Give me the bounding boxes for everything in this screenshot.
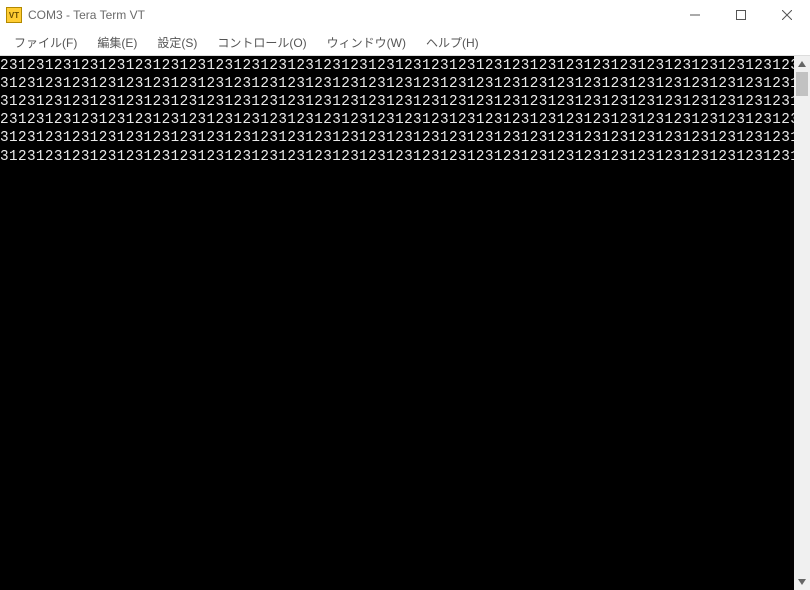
terminal-line: 3123123123123123123123123123123123123123… bbox=[0, 93, 794, 111]
chevron-down-icon bbox=[798, 579, 806, 585]
menu-control[interactable]: コントロール(O) bbox=[207, 30, 316, 55]
menu-file[interactable]: ファイル(F) bbox=[4, 30, 87, 55]
terminal-line: 3123123123123123123123123123123123123123… bbox=[0, 75, 794, 93]
menubar: ファイル(F) 編集(E) 設定(S) コントロール(O) ウィンドウ(W) ヘ… bbox=[0, 30, 810, 56]
terminal-line: 3123123123123123123123123123123123123123… bbox=[0, 147, 794, 166]
scroll-up-button[interactable] bbox=[794, 56, 810, 72]
terminal-line: 2312312312312312312312312312312312312312… bbox=[0, 57, 794, 75]
terminal-line: 2312312312312312312312312312312312312312… bbox=[0, 111, 794, 129]
close-icon bbox=[782, 10, 792, 20]
chevron-up-icon bbox=[798, 61, 806, 67]
window-controls bbox=[672, 0, 810, 30]
terminal-line: 3123123123123123123123123123123123123123… bbox=[0, 129, 794, 147]
scrollbar[interactable] bbox=[794, 56, 810, 590]
titlebar: VT COM3 - Tera Term VT bbox=[0, 0, 810, 30]
close-button[interactable] bbox=[764, 0, 810, 30]
minimize-button[interactable] bbox=[672, 0, 718, 30]
app-icon-text: VT bbox=[9, 11, 19, 20]
minimize-icon bbox=[690, 10, 700, 20]
menu-edit[interactable]: 編集(E) bbox=[87, 30, 147, 55]
scroll-down-button[interactable] bbox=[794, 574, 810, 590]
terminal-area: 2312312312312312312312312312312312312312… bbox=[0, 56, 810, 590]
menu-help[interactable]: ヘルプ(H) bbox=[416, 30, 489, 55]
maximize-icon bbox=[736, 10, 746, 20]
terminal-output[interactable]: 2312312312312312312312312312312312312312… bbox=[0, 56, 794, 590]
menu-settings[interactable]: 設定(S) bbox=[147, 30, 207, 55]
scroll-thumb[interactable] bbox=[796, 72, 808, 96]
maximize-button[interactable] bbox=[718, 0, 764, 30]
menu-window[interactable]: ウィンドウ(W) bbox=[317, 30, 416, 55]
window-title: COM3 - Tera Term VT bbox=[28, 8, 145, 22]
app-icon: VT bbox=[6, 7, 22, 23]
